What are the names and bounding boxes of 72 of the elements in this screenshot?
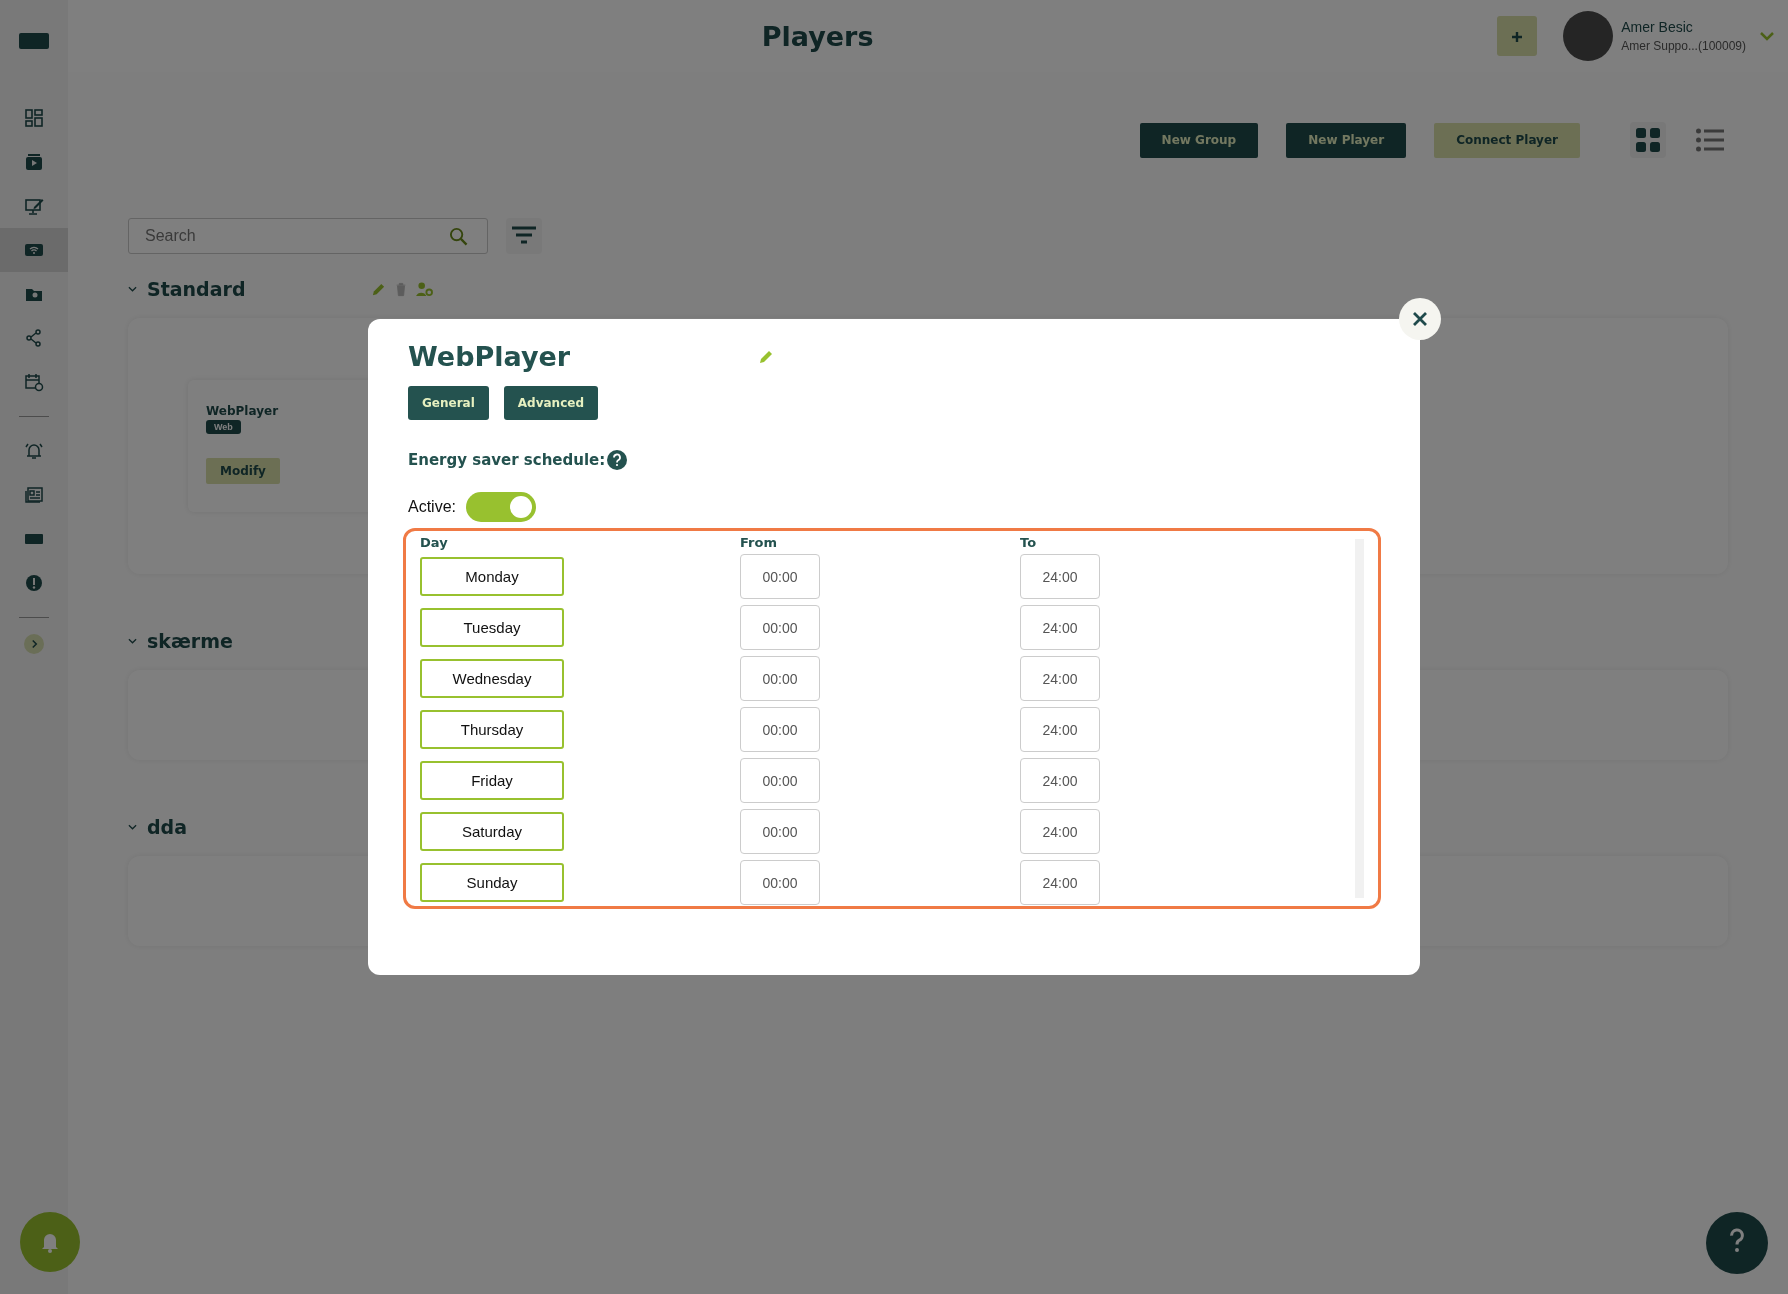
player-type-tag: Web [206,420,241,434]
to-time-field[interactable]: 24:00 [1020,605,1100,650]
column-header: Day [420,535,449,551]
bell-icon [24,441,44,461]
pencil-icon[interactable] [758,348,774,365]
chevron-right-icon [30,639,38,649]
to-time-field[interactable]: 24:00 [1020,809,1100,854]
plus-icon [1511,30,1524,43]
toolbar-button[interactable]: New Player [1286,122,1407,158]
chevron-icon[interactable] [128,638,137,644]
active-toggle[interactable] [466,492,536,522]
user-avatar[interactable] [1563,11,1614,61]
column-header: From [740,535,778,551]
play-folder-icon [24,152,44,172]
grid-view-button[interactable] [1630,122,1666,158]
from-time-field[interactable]: 00:00 [740,860,820,905]
chevron-down-icon[interactable] [1760,31,1774,41]
to-time-field[interactable]: 24:00 [1020,707,1100,752]
group-name: dda [147,816,189,838]
calendar-clock-icon [24,372,44,392]
day-label: Tuesday [420,608,564,647]
help-icon[interactable] [607,450,628,470]
tab[interactable]: General [408,386,489,420]
player-name: WebPlayer [206,404,279,418]
share-icon [24,328,44,348]
group-name: Standard [147,278,247,300]
newspaper-icon [24,485,44,505]
to-time-field[interactable]: 24:00 [1020,656,1100,701]
section-title: Energy saver schedule: [408,451,606,469]
from-time-field[interactable]: 00:00 [740,605,820,650]
expand-button[interactable] [24,634,44,654]
user-account: Amer Suppo...(100009) [1621,39,1746,53]
from-time-field[interactable]: 00:00 [740,758,820,803]
group-name: skærme [147,630,234,652]
dialog-title: WebPlayer [408,341,572,372]
sidebar-item[interactable] [0,228,68,272]
toolbar-button[interactable]: New Group [1139,122,1259,158]
from-time-field[interactable]: 00:00 [740,707,820,752]
question-mark-icon [1728,1227,1746,1254]
column-header: To [1020,535,1038,551]
alert-icon [24,573,44,593]
add-button[interactable] [1497,16,1538,56]
to-time-field[interactable]: 24:00 [1020,860,1100,905]
close-button[interactable] [1399,298,1441,340]
search-field[interactable]: Search [128,218,488,254]
trash-icon[interactable] [394,281,408,297]
user-name: Amer Besic [1621,19,1694,35]
day-label: Monday [420,557,564,596]
bell-icon [40,1231,60,1253]
pencil-icon[interactable] [371,281,386,297]
user-gear-icon[interactable] [416,281,433,297]
close-icon [1412,311,1428,327]
from-time-field[interactable]: 00:00 [740,554,820,599]
day-label: Wednesday [420,659,564,698]
to-time-field[interactable]: 24:00 [1020,554,1100,599]
filter-icon [512,226,536,246]
day-label: Friday [420,761,564,800]
day-label: Thursday [420,710,564,749]
chevron-icon[interactable] [128,824,137,830]
from-time-field[interactable]: 00:00 [740,809,820,854]
from-time-field[interactable]: 00:00 [740,656,820,701]
dashboard-icon [24,108,44,128]
page-title: Players [760,20,875,52]
day-label: Saturday [420,812,564,851]
day-label: Sunday [420,863,564,902]
monitor-pen-icon [24,196,44,216]
active-label: Active: [408,498,456,516]
chevron-icon[interactable] [128,286,137,292]
to-time-field[interactable]: 24:00 [1020,758,1100,803]
filter-button[interactable] [506,218,542,254]
search-icon[interactable] [449,227,468,246]
tab[interactable]: Advanced [503,386,598,420]
